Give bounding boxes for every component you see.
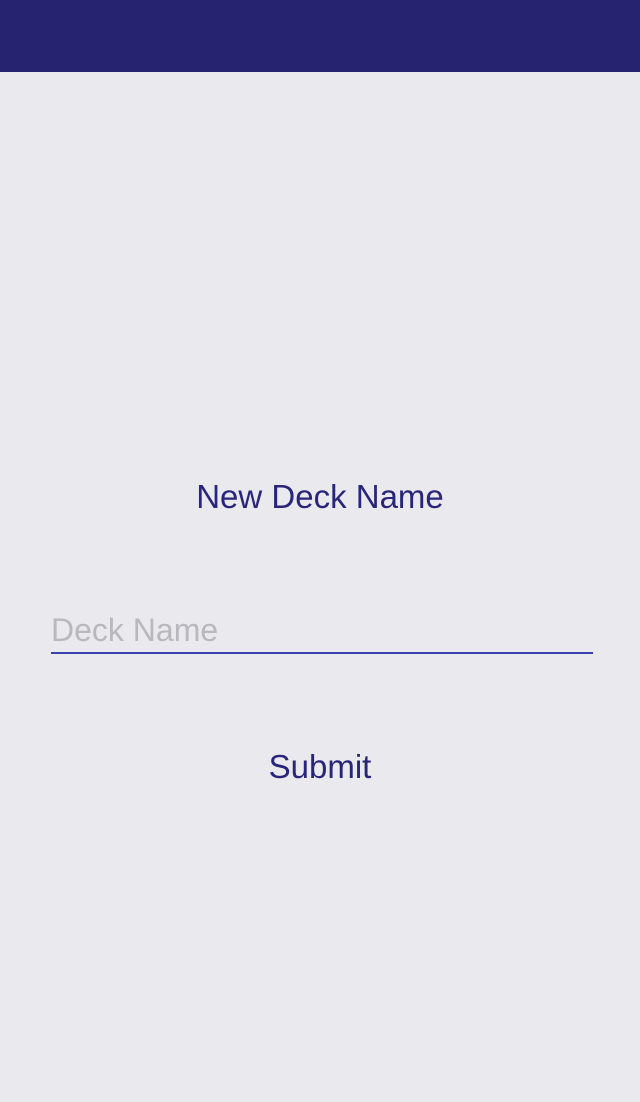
page-title: New Deck Name xyxy=(196,478,444,515)
deck-name-field[interactable] xyxy=(51,608,593,654)
submit-button[interactable]: Submit xyxy=(220,744,420,790)
deck-name-input[interactable] xyxy=(51,608,593,652)
status-bar xyxy=(0,0,640,72)
